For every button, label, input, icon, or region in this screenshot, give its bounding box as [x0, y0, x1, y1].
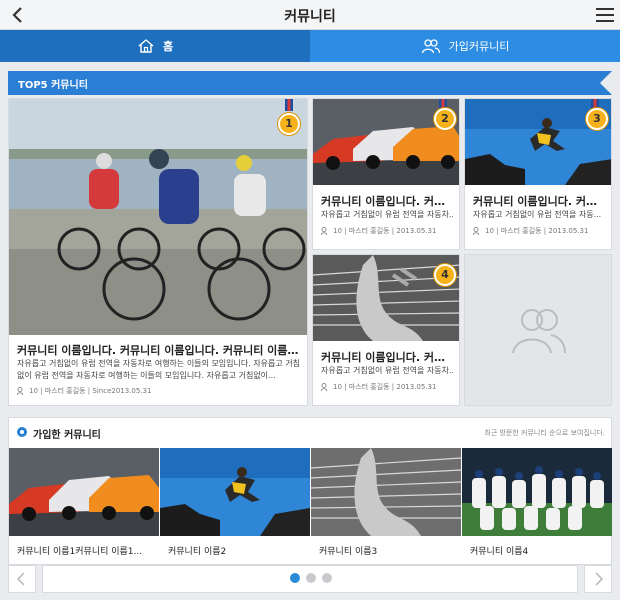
panel-note: 최근 방문한 커뮤니티 순으로 보여집니다. — [484, 429, 605, 437]
tab-joined-label: 가입커뮤니티 — [448, 40, 510, 53]
members-icon — [473, 227, 480, 235]
rank-badge: 4 — [434, 264, 456, 286]
top5-label: TOP5 커뮤니티 — [18, 80, 88, 91]
joined-community-name: 커뮤니티 이름1커뮤니티 이름1... — [17, 547, 143, 557]
rank-badge: 2 — [434, 108, 456, 130]
racing-cars-photo — [9, 448, 159, 536]
card-meta: 10 | 마스터 홍길동 | 2013.05.31 — [321, 226, 453, 236]
card-meta: 10 | 마스터 홍길동 | Since2013.05.31 — [17, 386, 301, 396]
tab-home[interactable]: 홈 — [0, 30, 310, 62]
prev-button[interactable] — [8, 565, 36, 593]
tab-joined[interactable]: 가입커뮤니티 — [310, 30, 620, 62]
card-title: 커뮤니티 이름입니다. 커뮤... — [473, 195, 605, 208]
card-title: 커뮤니티 이름입니다. 커뮤니티 이름입니다. 커뮤니티 이름입... — [17, 344, 301, 357]
ribbon-notch — [600, 71, 612, 95]
members-icon — [321, 227, 328, 235]
page-indicator — [42, 565, 578, 593]
page-dot[interactable] — [306, 573, 316, 583]
card-title: 커뮤니티 이름입니다. 커뮤... — [321, 351, 453, 364]
card-meta: 10 | 마스터 홍길동 | 2013.05.31 — [473, 226, 605, 236]
joined-communities-panel: 가입한 커뮤니티 최근 방문한 커뮤니티 순으로 보여집니다. 커뮤니티 이름1… — [8, 417, 612, 565]
tab-home-label: 홈 — [162, 40, 174, 53]
members-icon — [321, 383, 328, 391]
card-title: 커뮤니티 이름입니다. 커뮤... — [321, 195, 453, 208]
top5-featured-card[interactable]: 1 커뮤니티 이름입니다. 커뮤니티 이름입니다. 커뮤니티 이름입... 자유… — [8, 98, 308, 406]
jumping-man-photo — [160, 448, 310, 536]
medal-ribbon-icon — [285, 99, 293, 111]
chevron-right-icon — [595, 572, 604, 586]
card-description: 자유롭고 거침없이 유럽 전역을 자동차로 여행하는 이들의 모임입니다. 자유… — [17, 359, 301, 380]
baseball-team-photo — [462, 448, 612, 536]
panel-header: 가입한 커뮤니티 최근 방문한 커뮤니티 순으로 보여집니다. — [9, 418, 611, 446]
top-bar: 커뮤니티 — [0, 0, 620, 30]
top5-card[interactable]: 3 커뮤니티 이름입니다. 커뮤... 자유롭고 거침없이 유럽 전역을 자동.… — [464, 98, 612, 250]
carousel-pager — [8, 565, 612, 593]
card-description: 자유롭고 거침없이 유럽 전역을 자동... — [473, 210, 602, 219]
card-description: 자유롭고 거침없이 유럽 전역을 자동차... — [321, 210, 453, 219]
home-icon — [138, 39, 154, 53]
joined-community-item[interactable]: 커뮤니티 이름3 — [311, 448, 461, 564]
joined-community-item[interactable]: 커뮤니티 이름4 — [462, 448, 612, 564]
menu-icon[interactable] — [594, 4, 616, 26]
users-placeholder-icon — [512, 309, 566, 354]
card-meta-text: 10 | 마스터 홍길동 | 2013.05.31 — [333, 383, 437, 391]
users-icon — [421, 39, 440, 54]
joined-community-item[interactable]: 커뮤니티 이름1커뮤니티 이름1... — [9, 448, 159, 564]
page-dot[interactable] — [322, 573, 332, 583]
empty-community-placeholder — [464, 254, 612, 406]
rank-badge: 1 — [278, 113, 300, 135]
rank-badge: 3 — [586, 108, 608, 130]
card-meta: 10 | 마스터 홍길동 | 2013.05.31 — [321, 382, 453, 392]
top5-card[interactable]: 2 커뮤니티 이름입니다. 커뮤... 자유롭고 거침없이 유럽 전역을 자동차… — [312, 98, 460, 250]
card-meta-text: 10 | 마스터 홍길동 | 2013.05.31 — [333, 227, 437, 235]
tab-bar: 홈 가입커뮤니티 — [0, 30, 620, 62]
joined-community-name: 커뮤니티 이름4 — [470, 547, 529, 557]
joined-community-item[interactable]: 커뮤니티 이름2 — [160, 448, 310, 564]
members-icon — [17, 387, 24, 395]
bullet-circle-icon — [17, 427, 27, 437]
top5-ribbon: TOP5 커뮤니티 — [8, 71, 612, 95]
page-title: 커뮤니티 — [284, 9, 336, 25]
joined-community-name: 커뮤니티 이름2 — [168, 547, 227, 557]
top5-card[interactable]: 4 커뮤니티 이름입니다. 커뮤... 자유롭고 거침없이 유럽 전역을 자동차… — [312, 254, 460, 406]
panel-heading: 가입한 커뮤니티 — [33, 430, 101, 441]
page-dot-active[interactable] — [290, 573, 300, 583]
chevron-left-icon — [16, 572, 25, 586]
cycling-photo — [9, 99, 307, 335]
card-meta-text: 10 | 마스터 홍길동 | 2013.05.31 — [485, 227, 589, 235]
next-button[interactable] — [584, 565, 612, 593]
card-meta-text: 10 | 마스터 홍길동 | Since2013.05.31 — [29, 387, 152, 395]
joined-community-name: 커뮤니티 이름3 — [319, 547, 378, 557]
card-description: 자유롭고 거침없이 유럽 전역을 자동차... — [321, 366, 453, 375]
guitar-photo — [311, 448, 461, 536]
